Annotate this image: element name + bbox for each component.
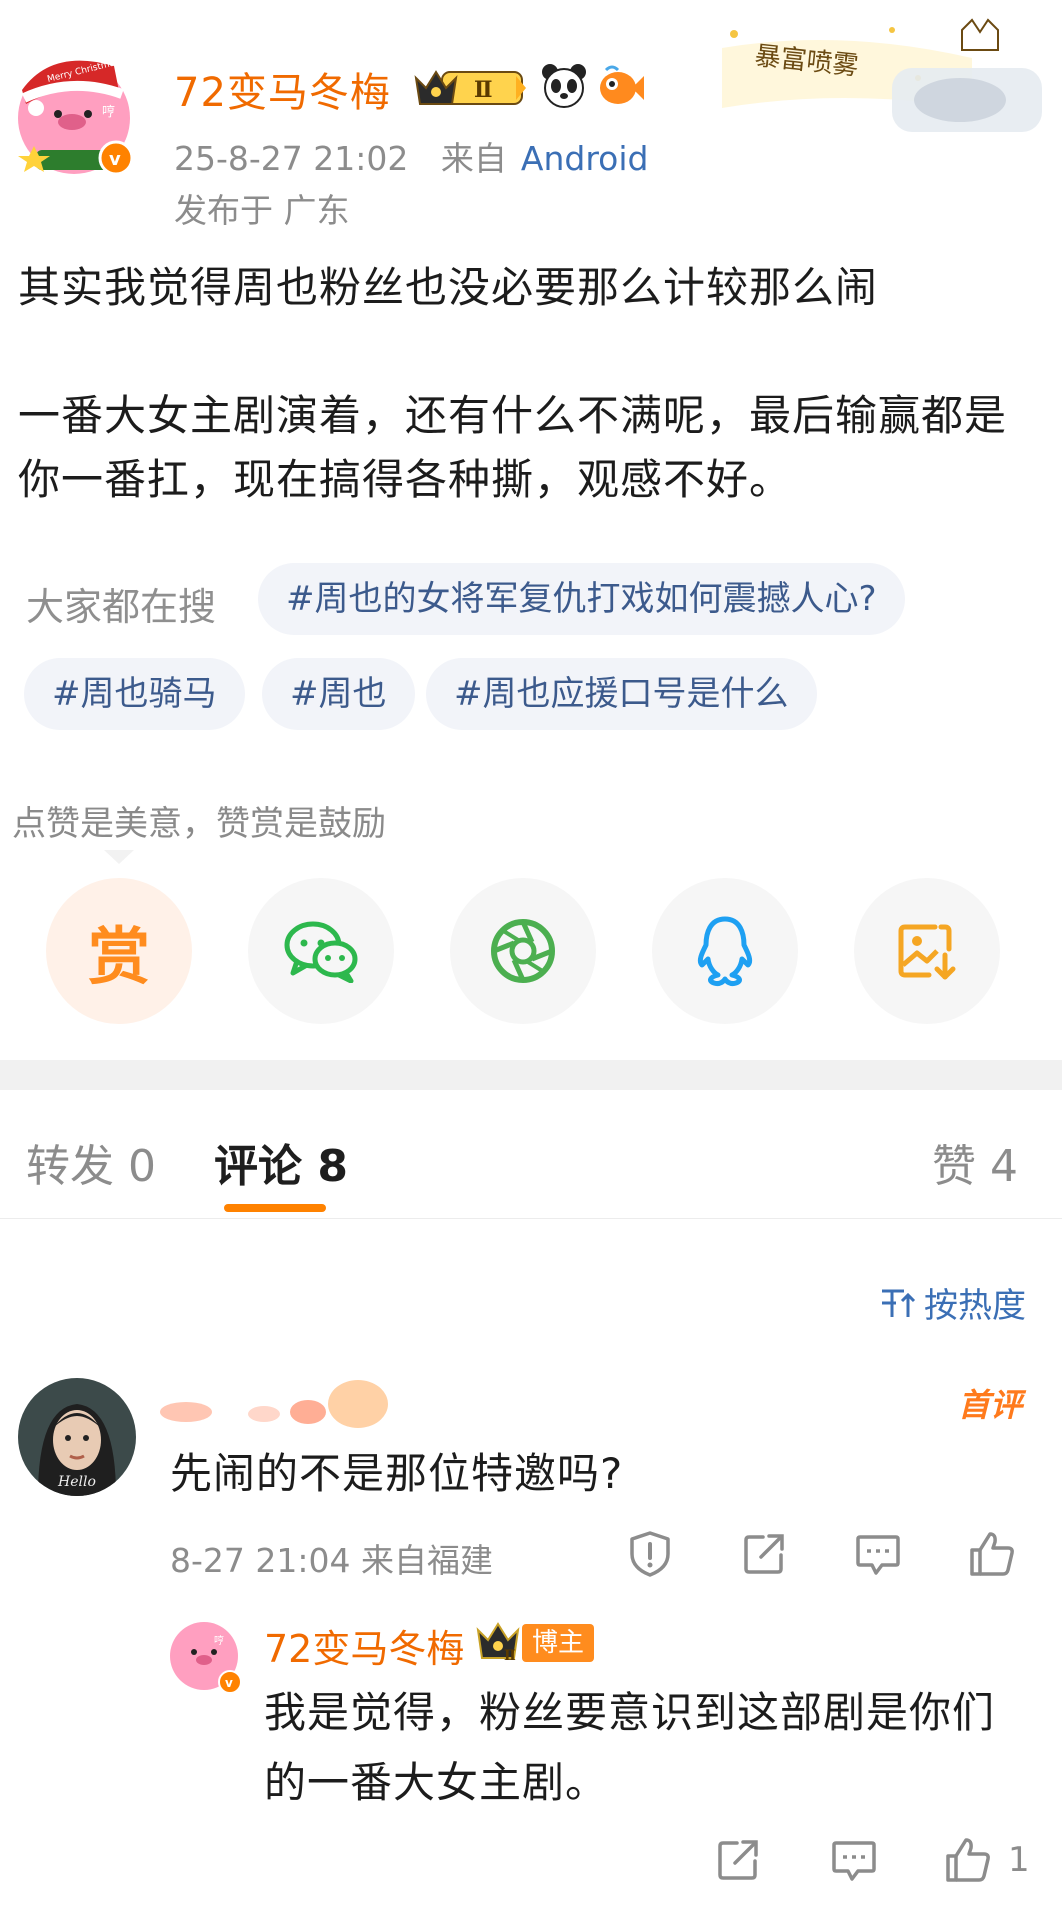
reward-icon: 赏 <box>87 920 150 993</box>
svg-text:Ⅱ: Ⅱ <box>504 1648 516 1664</box>
crown-level-badge: Ⅱ <box>474 1620 526 1664</box>
hot-search-chip[interactable]: #周也应援口号是什么 <box>426 658 817 730</box>
sort-label: 按热度 <box>924 1286 1026 1326</box>
active-tab-indicator <box>224 1204 326 1212</box>
wechat-icon <box>284 921 358 983</box>
decor-card[interactable]: 暴富喷雾 <box>722 18 1052 150</box>
post-location: 发布于 广东 <box>174 191 350 230</box>
post-meta: 25-8-27 21:02 来自 Android <box>174 132 648 180</box>
post-paragraph: 一番大女主剧演着，还有什么不满呢，最后输赢都是你一番扛，现在搞得各种撕，观感不好… <box>18 391 1008 504</box>
share-icon <box>744 1534 784 1574</box>
reply-author-name[interactable]: 72变马冬梅 <box>264 1618 464 1673</box>
moments-icon <box>491 919 555 983</box>
save-image-button[interactable] <box>854 878 1000 1024</box>
fish-icon <box>598 64 644 108</box>
reply-button[interactable] <box>828 1834 880 1886</box>
source-prefix: 来自 <box>440 139 507 178</box>
author-name[interactable]: 72变马冬梅 <box>174 60 391 118</box>
crown-level-badge[interactable]: Ⅱ <box>412 66 530 110</box>
share-button[interactable] <box>712 1834 764 1886</box>
sort-button[interactable]: 按热度 <box>880 1278 1026 1327</box>
reward-button[interactable]: 赏 <box>46 878 192 1024</box>
thumbs-up-icon <box>946 1838 990 1882</box>
author-avatar[interactable]: Merry Christmas 哼 v <box>12 38 142 178</box>
thumbs-up-icon <box>970 1532 1014 1576</box>
comment-icon <box>856 1535 900 1575</box>
sort-icon <box>882 1289 916 1317</box>
tab-likes[interactable]: 赞 4 <box>932 1130 1018 1194</box>
share-button[interactable] <box>738 1528 790 1580</box>
comment-meta: 8-27 21:04 来自福建 <box>170 1541 493 1580</box>
svg-text:Ⅱ: Ⅱ <box>474 77 493 103</box>
reward-hint: 点赞是美意，赞赏是鼓励 <box>12 804 386 844</box>
qq-icon <box>697 916 753 986</box>
tab-repost[interactable]: 转发 0 <box>26 1130 156 1194</box>
report-button[interactable] <box>624 1528 676 1580</box>
svg-text:哼: 哼 <box>214 1634 224 1647</box>
share-wechat-button[interactable] <box>248 878 394 1024</box>
share-qq-button[interactable] <box>652 878 798 1024</box>
hot-search-chip[interactable]: #周也的女将军复仇打戏如何震撼人心? <box>258 563 905 635</box>
comment-text[interactable]: 先闹的不是那位特邀吗? <box>170 1440 623 1501</box>
post-time: 25-8-27 21:02 <box>174 139 409 178</box>
hot-search-chip[interactable]: #周也 <box>262 658 415 730</box>
save-image-icon <box>898 924 956 980</box>
like-button[interactable] <box>966 1528 1018 1580</box>
section-divider <box>0 1060 1062 1090</box>
commenter-name-blurred[interactable] <box>158 1378 398 1434</box>
author-tag-badge: 博主 <box>522 1624 595 1662</box>
like-button[interactable] <box>942 1834 994 1886</box>
reply-author-avatar[interactable]: 哼 v <box>168 1620 244 1696</box>
tab-comments[interactable]: 评论 8 <box>214 1130 348 1194</box>
first-comment-badge: 首评 <box>957 1386 1022 1424</box>
commenter-avatar[interactable]: Hello <box>18 1378 136 1496</box>
reply-button[interactable] <box>852 1528 904 1580</box>
tooltip-pointer <box>104 850 134 866</box>
share-icon <box>718 1840 758 1880</box>
svg-text:v: v <box>225 1676 233 1690</box>
panda-icon <box>540 62 588 110</box>
tab-divider <box>0 1218 1062 1219</box>
like-count: 1 <box>1008 1840 1030 1880</box>
source-link[interactable]: Android <box>521 139 649 178</box>
share-moments-button[interactable] <box>450 878 596 1024</box>
post-paragraph: 其实我觉得周也粉丝也没必要那么计较那么闹 <box>18 263 879 312</box>
comment-icon <box>832 1841 876 1881</box>
hot-search-chip[interactable]: #周也骑马 <box>24 658 245 730</box>
reply-text[interactable]: 我是觉得，粉丝要意识到这部剧是你们的一番大女主剧。 <box>264 1678 1024 1818</box>
svg-text:v: v <box>109 149 121 170</box>
report-icon <box>630 1531 670 1577</box>
svg-text:哼: 哼 <box>102 104 115 120</box>
hot-search-label: 大家都在搜 <box>26 585 217 629</box>
svg-text:Hello: Hello <box>57 1474 96 1490</box>
